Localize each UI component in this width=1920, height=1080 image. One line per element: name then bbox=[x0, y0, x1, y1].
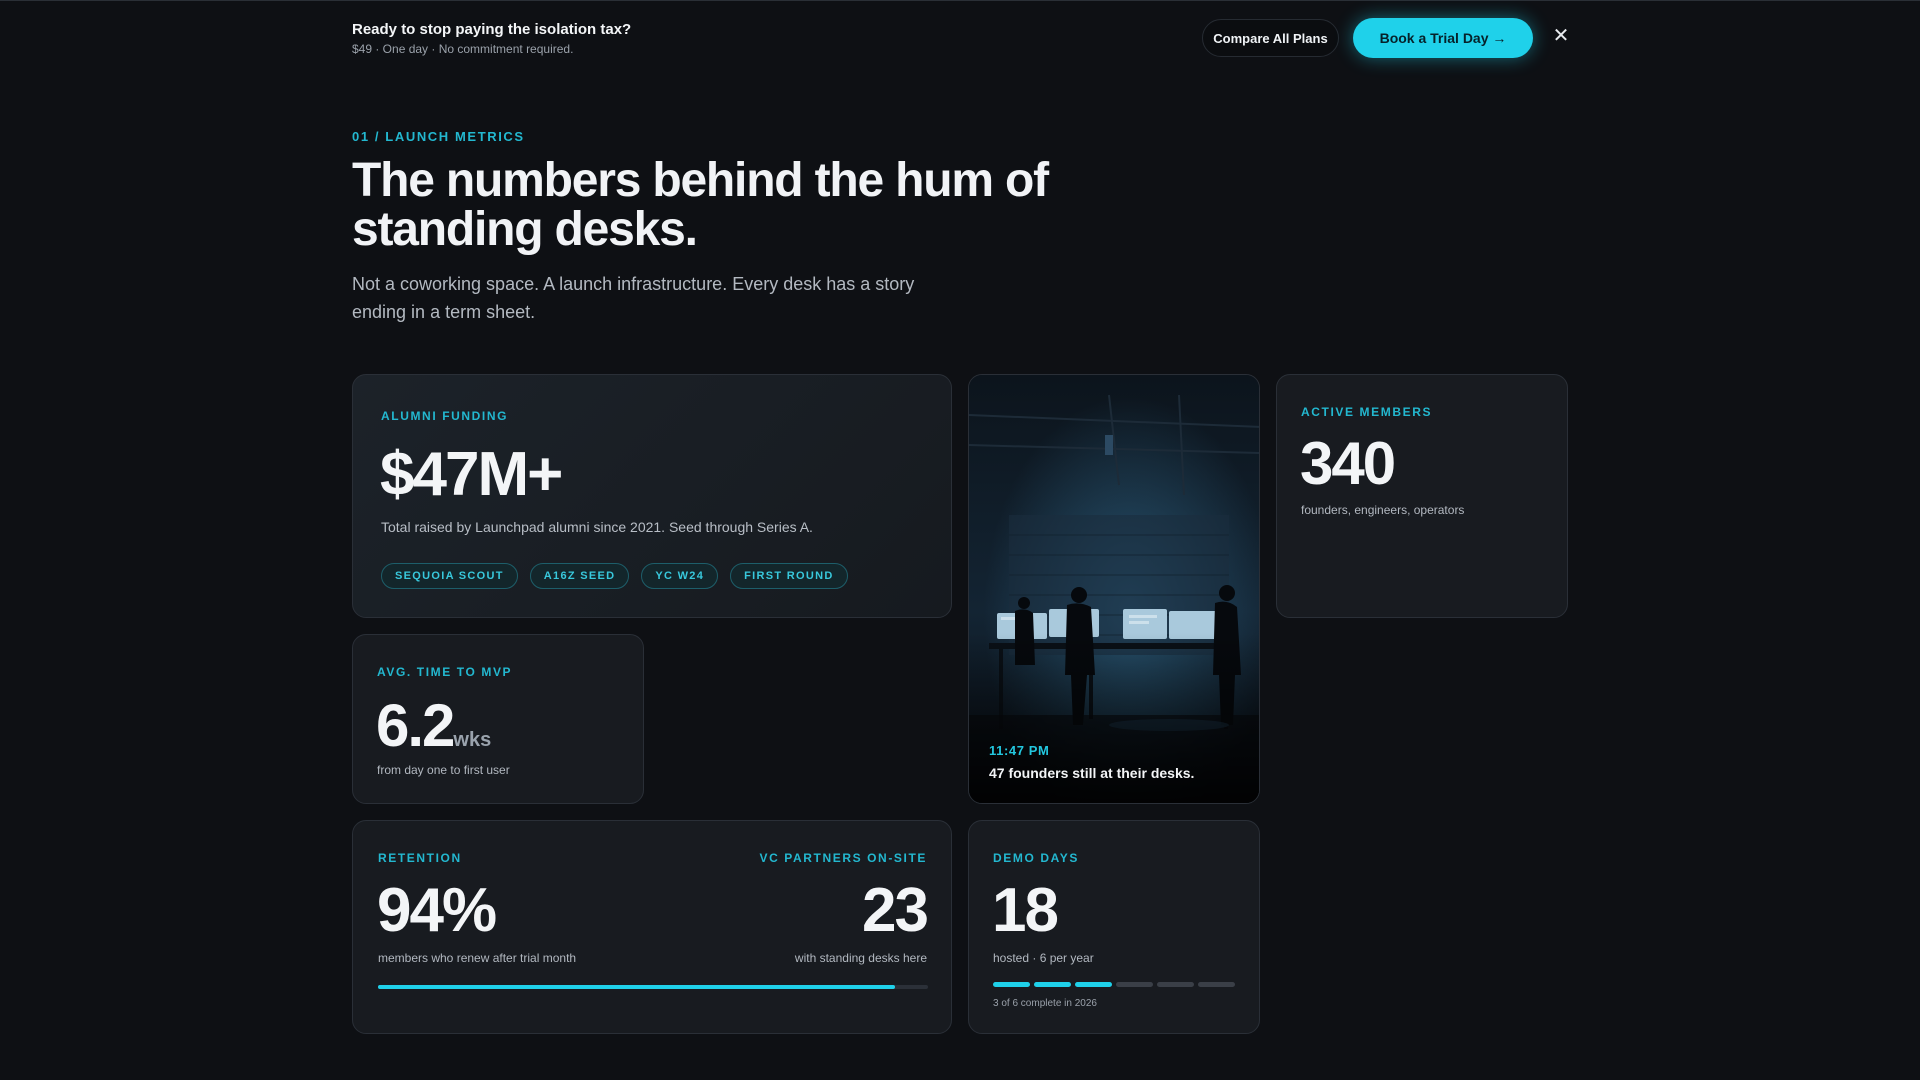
retention-value: 94% bbox=[377, 876, 497, 945]
retention-progress-track bbox=[378, 985, 928, 989]
demo-progress-segments bbox=[993, 982, 1235, 987]
close-icon[interactable]: ✕ bbox=[1550, 25, 1572, 47]
investor-tag[interactable]: YC W24 bbox=[641, 563, 719, 589]
book-trial-button[interactable]: Book a Trial Day → bbox=[1353, 18, 1533, 58]
investor-tag[interactable]: A16Z SEED bbox=[529, 563, 630, 589]
photo-timestamp: 11:47 PM bbox=[989, 743, 1050, 758]
promo-title: Ready to stop paying the isolation tax? bbox=[352, 21, 632, 38]
demo-segment-complete bbox=[1034, 982, 1071, 987]
members-value: 340 bbox=[1300, 430, 1396, 497]
investor-tags: SEQUOIA SCOUT A16Z SEED YC W24 FIRST ROU… bbox=[381, 563, 848, 589]
members-label: ACTIVE MEMBERS bbox=[1301, 405, 1433, 419]
members-description: founders, engineers, operators bbox=[1301, 503, 1465, 517]
vc-partners-label: VC PARTNERS ON-SITE bbox=[759, 851, 927, 865]
photo-caption: 47 founders still at their desks. bbox=[989, 765, 1195, 781]
mvp-label: AVG. TIME TO MVP bbox=[377, 665, 513, 679]
demo-days-card: DEMO DAYS 18 hosted · 6 per year 3 of 6 … bbox=[968, 820, 1260, 1034]
investor-tag[interactable]: FIRST ROUND bbox=[730, 563, 848, 589]
mvp-value-group: 6.2wks bbox=[376, 695, 491, 771]
demo-segment-complete bbox=[1075, 982, 1112, 987]
compare-plans-button[interactable]: Compare All Plans bbox=[1202, 19, 1339, 57]
office-night-photo bbox=[969, 375, 1259, 803]
mvp-unit: wks bbox=[453, 729, 492, 751]
demo-description: hosted · 6 per year bbox=[993, 951, 1094, 965]
mvp-description: from day one to first user bbox=[377, 763, 510, 777]
retention-label: RETENTION bbox=[378, 851, 462, 865]
promo-subtitle: $49 · One day · No commitment required. bbox=[352, 42, 574, 56]
mvp-value: 6.2 bbox=[376, 692, 455, 759]
funding-label: ALUMNI FUNDING bbox=[381, 409, 509, 423]
demo-value: 18 bbox=[992, 876, 1059, 945]
alumni-funding-card: ALUMNI FUNDING $47M+ Total raised by Lau… bbox=[352, 374, 952, 618]
vc-partners-value: 23 bbox=[862, 876, 929, 945]
page: Ready to stop paying the isolation tax? … bbox=[0, 0, 1920, 1080]
demo-segment-pending bbox=[1198, 982, 1235, 987]
demo-segment-pending bbox=[1116, 982, 1153, 987]
demo-segment-pending bbox=[1157, 982, 1194, 987]
investor-tag[interactable]: SEQUOIA SCOUT bbox=[381, 563, 518, 589]
demo-segment-complete bbox=[993, 982, 1030, 987]
retention-progress-fill bbox=[378, 985, 895, 989]
retention-card: RETENTION 94% members who renew after tr… bbox=[352, 820, 952, 1034]
time-to-mvp-card: AVG. TIME TO MVP 6.2wks from day one to … bbox=[352, 634, 644, 804]
funding-value: $47M+ bbox=[380, 440, 563, 509]
funding-description: Total raised by Launchpad alumni since 2… bbox=[381, 519, 813, 535]
promo-banner: Ready to stop paying the isolation tax? … bbox=[0, 0, 1920, 72]
page-title: The numbers behind the hum of standing d… bbox=[352, 154, 1049, 256]
late-night-photo-card: 11:47 PM 47 founders still at their desk… bbox=[968, 374, 1260, 804]
page-lede: Not a coworking space. A launch infrastr… bbox=[352, 274, 915, 322]
demo-label: DEMO DAYS bbox=[993, 851, 1079, 865]
demo-progress-text: 3 of 6 complete in 2026 bbox=[993, 998, 1097, 1009]
section-eyebrow: 01 / LAUNCH METRICS bbox=[352, 129, 525, 144]
promo-text: Ready to stop paying the isolation tax? … bbox=[352, 21, 631, 56]
retention-description: members who renew after trial month bbox=[378, 951, 577, 965]
active-members-card: ACTIVE MEMBERS 340 founders, engineers, … bbox=[1276, 374, 1568, 618]
vc-partners-description: with standing desks here bbox=[794, 951, 927, 965]
